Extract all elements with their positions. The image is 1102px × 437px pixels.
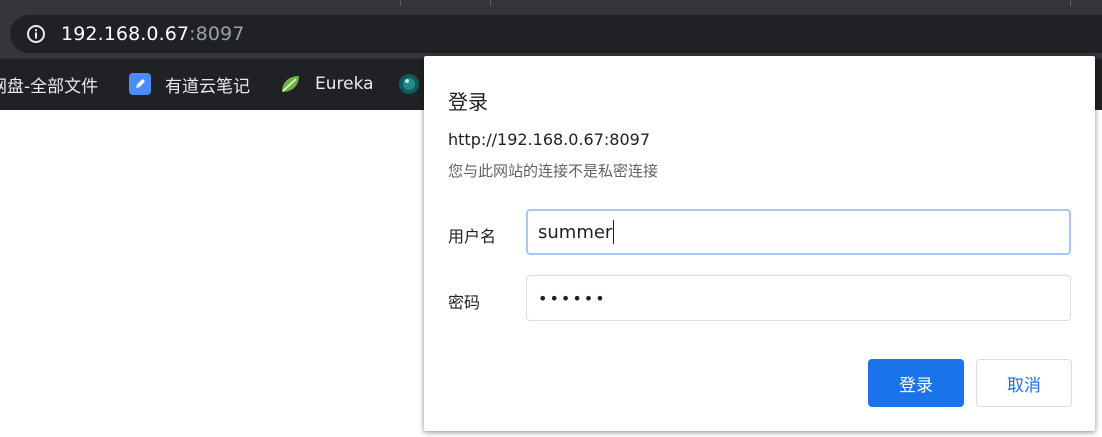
- dialog-origin: http://192.168.0.67:8097: [448, 130, 650, 149]
- password-field[interactable]: ••••••: [526, 275, 1071, 321]
- username-value: summer: [538, 221, 613, 243]
- text-caret: [613, 220, 615, 244]
- cancel-button[interactable]: 取消: [976, 359, 1072, 407]
- bookmark-label: Eureka: [315, 74, 374, 94]
- youdao-note-icon: [129, 73, 151, 95]
- username-field[interactable]: summer: [526, 209, 1071, 255]
- login-dialog: 登录 http://192.168.0.67:8097 您与此网站的连接不是私密…: [424, 56, 1095, 431]
- url-text[interactable]: 192.168.0.67:8097: [61, 23, 244, 45]
- info-icon[interactable]: [26, 24, 46, 44]
- bookmark-eureka[interactable]: Eureka: [279, 71, 374, 97]
- insecure-connection-warning: 您与此网站的连接不是私密连接: [448, 162, 659, 180]
- spring-leaf-icon: [282, 76, 299, 92]
- dialog-title: 登录: [448, 90, 488, 114]
- bookmark-youdao-note[interactable]: 有道云笔记: [129, 71, 250, 97]
- url-port: :8097: [189, 23, 245, 45]
- password-label: 密码: [448, 293, 481, 312]
- toolbar: 192.168.0.67:8097: [0, 6, 1102, 58]
- bookmark-label: 有道云笔记: [165, 76, 250, 97]
- password-value: ••••••: [538, 288, 607, 308]
- bookmark-cloud-drive[interactable]: 网盘-全部文件: [0, 71, 98, 97]
- username-label: 用户名: [448, 227, 497, 246]
- bookmark-label: 网盘-全部文件: [0, 76, 99, 97]
- globe-icon: [399, 74, 419, 94]
- url-host: 192.168.0.67: [61, 23, 190, 45]
- login-button[interactable]: 登录: [868, 359, 964, 407]
- address-bar[interactable]: 192.168.0.67:8097: [10, 15, 1102, 53]
